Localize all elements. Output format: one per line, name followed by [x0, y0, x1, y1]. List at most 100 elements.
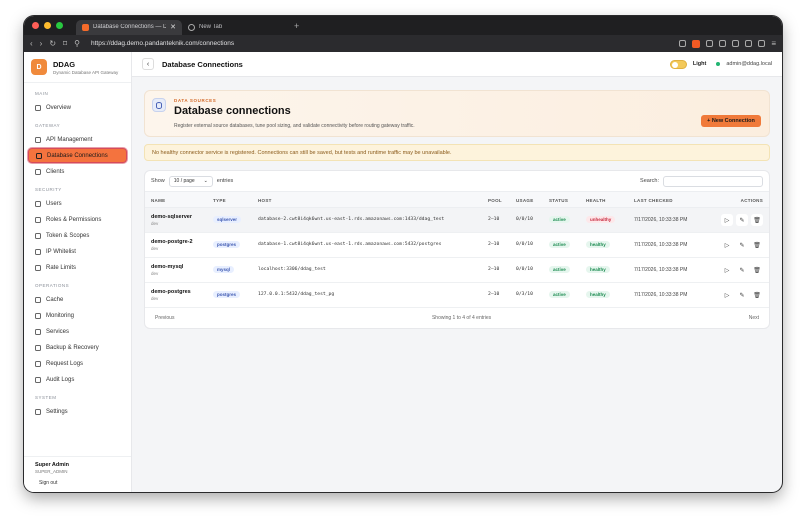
share-icon[interactable]: [679, 40, 687, 47]
connection-name: demo-postgres: [151, 289, 191, 295]
sidebar: D DDAG Dynamic Database API Gateway MAIN…: [24, 52, 132, 492]
host-cell: 127.0.0.1:5432/ddag_test_pg: [258, 292, 335, 297]
brave-shield-icon[interactable]: [692, 39, 701, 48]
column-header[interactable]: POOL: [488, 198, 502, 203]
menu-icon[interactable]: ≡: [771, 39, 776, 48]
collapse-sidebar-button[interactable]: ‹: [142, 58, 154, 70]
back-arrow-icon[interactable]: ‹: [30, 39, 33, 48]
sidebar-item-audit-logs[interactable]: Audit Logs: [28, 372, 127, 387]
type-badge: sqlserver: [213, 216, 242, 223]
column-header[interactable]: HEALTH: [586, 198, 606, 203]
edit-icon[interactable]: ✎: [736, 264, 748, 276]
database-icon: [36, 152, 42, 159]
sidebar-item-roles[interactable]: Roles & Permissions: [28, 212, 127, 227]
type-badge: postgres: [213, 241, 241, 248]
sidebar-toggle-icon[interactable]: [745, 40, 753, 47]
delete-icon[interactable]: 🗑: [751, 214, 763, 226]
delete-icon[interactable]: 🗑: [751, 289, 763, 301]
sidebar-item-backup[interactable]: Backup & Recovery: [28, 340, 127, 355]
edit-icon[interactable]: ✎: [736, 239, 748, 251]
sidebar-item-clients[interactable]: Clients: [28, 164, 127, 179]
warning-alert: No healthy connector service is register…: [144, 144, 770, 161]
usage-cell: 0/0/10: [516, 217, 533, 222]
previous-button[interactable]: Previous: [155, 315, 174, 321]
table-row[interactable]: demo-mysql dev mysql localhost:3306/ddag_…: [145, 258, 769, 283]
column-header[interactable]: NAME: [151, 198, 165, 203]
sidebar-item-ip-whitelist[interactable]: IP Whitelist: [28, 244, 127, 259]
last-checked-cell: 7/17/2026, 10:33:38 PM: [634, 217, 688, 223]
sidebar-item-label: API Management: [46, 136, 93, 143]
bookmark-icon[interactable]: ⌑: [63, 39, 67, 48]
sign-out-button[interactable]: Sign out: [39, 480, 120, 486]
sidebar-item-cache[interactable]: Cache: [28, 292, 127, 307]
tab-new-tab[interactable]: New Tab: [182, 20, 288, 35]
sidebar-item-services[interactable]: Services: [28, 324, 127, 339]
column-header[interactable]: LAST CHECKED: [634, 198, 673, 203]
theme-toggle[interactable]: [669, 59, 687, 69]
url-field[interactable]: https://ddag.demo.pandanteknik.com/conne…: [91, 40, 672, 47]
wallet-icon[interactable]: [732, 40, 740, 47]
sidebar-item-overview[interactable]: Overview: [28, 100, 127, 115]
activity-icon: [35, 312, 41, 319]
new-connection-button[interactable]: + New Connection: [701, 115, 761, 127]
page-size-select[interactable]: 10 / page ⌄: [168, 175, 213, 187]
server-icon: [35, 328, 41, 335]
close-window-button[interactable]: [32, 22, 39, 29]
minimize-window-button[interactable]: [44, 22, 51, 29]
column-header[interactable]: STATUS: [549, 198, 568, 203]
delete-icon[interactable]: 🗑: [751, 264, 763, 276]
leo-icon[interactable]: [758, 40, 766, 47]
edit-icon[interactable]: ✎: [736, 214, 748, 226]
sidebar-item-users[interactable]: Users: [28, 196, 127, 211]
usage-cell: 0/0/10: [516, 242, 533, 247]
host-cell: database-2.cwt8i4qk6wnt.us-east-1.rds.am…: [258, 217, 445, 222]
table-row[interactable]: demo-postgres dev postgres 127.0.0.1:5432…: [145, 283, 769, 308]
table-row[interactable]: demo-postgre-2 dev postgres database-1.cw…: [145, 233, 769, 258]
close-tab-icon[interactable]: ✕: [170, 23, 176, 31]
section-system: SYSTEM: [35, 395, 57, 400]
search-input[interactable]: [663, 175, 763, 187]
column-header[interactable]: USAGE: [516, 198, 534, 203]
column-header[interactable]: HOST: [258, 198, 272, 203]
globe-icon: [188, 23, 195, 31]
next-button[interactable]: Next: [749, 315, 759, 321]
tab-database-connections[interactable]: Database Connections — DDA ✕: [76, 19, 182, 35]
last-checked-cell: 7/17/2026, 10:33:38 PM: [634, 292, 688, 298]
connection-env: dev: [151, 221, 159, 226]
sidebar-item-tokens[interactable]: Token & Scopes: [28, 228, 127, 243]
test-play-icon[interactable]: ▷: [721, 239, 733, 251]
topbar: ‹ Database Connections Light admin@ddag.…: [132, 52, 782, 77]
entries-label: entries: [216, 178, 234, 184]
gear-icon: [35, 408, 41, 415]
reload-icon[interactable]: ↻: [49, 39, 56, 48]
pool-cell: 2–10: [488, 267, 500, 272]
sidebar-item-request-logs[interactable]: Request Logs: [28, 356, 127, 371]
sidebar-item-database-connections[interactable]: Database Connections: [28, 148, 127, 163]
chevron-down-icon: ⌄: [203, 178, 208, 184]
extension-icon[interactable]: [706, 40, 714, 47]
table-header: NAME TYPE HOST POOL USAGE STATUS HEALTH …: [145, 191, 769, 208]
logo: D: [31, 59, 47, 75]
forward-arrow-icon[interactable]: ›: [40, 39, 43, 48]
site-settings-icon[interactable]: ⚲: [74, 39, 80, 48]
sidebar-item-rate-limits[interactable]: Rate Limits: [28, 260, 127, 275]
status-badge: active: [549, 291, 570, 298]
column-header[interactable]: TYPE: [213, 198, 226, 203]
sidebar-item-monitoring[interactable]: Monitoring: [28, 308, 127, 323]
sidebar-item-settings[interactable]: Settings: [28, 404, 127, 419]
status-badge: active: [549, 266, 570, 273]
delete-icon[interactable]: 🗑: [751, 239, 763, 251]
connection-name: demo-postgre-2: [151, 239, 193, 245]
puzzle-icon[interactable]: [719, 40, 727, 47]
new-tab-button[interactable]: +: [294, 21, 299, 31]
test-play-icon[interactable]: ▷: [721, 289, 733, 301]
test-play-icon[interactable]: ▷: [721, 214, 733, 226]
table-row[interactable]: demo-sqlserver dev sqlserver database-2.c…: [145, 208, 769, 233]
maximize-window-button[interactable]: [56, 22, 63, 29]
sidebar-item-api-management[interactable]: API Management: [28, 132, 127, 147]
last-checked-cell: 7/17/2026, 10:33:38 PM: [634, 267, 688, 273]
sidebar-item-label: Cache: [46, 296, 64, 303]
edit-icon[interactable]: ✎: [736, 289, 748, 301]
test-play-icon[interactable]: ▷: [721, 264, 733, 276]
zap-icon: [35, 296, 41, 303]
